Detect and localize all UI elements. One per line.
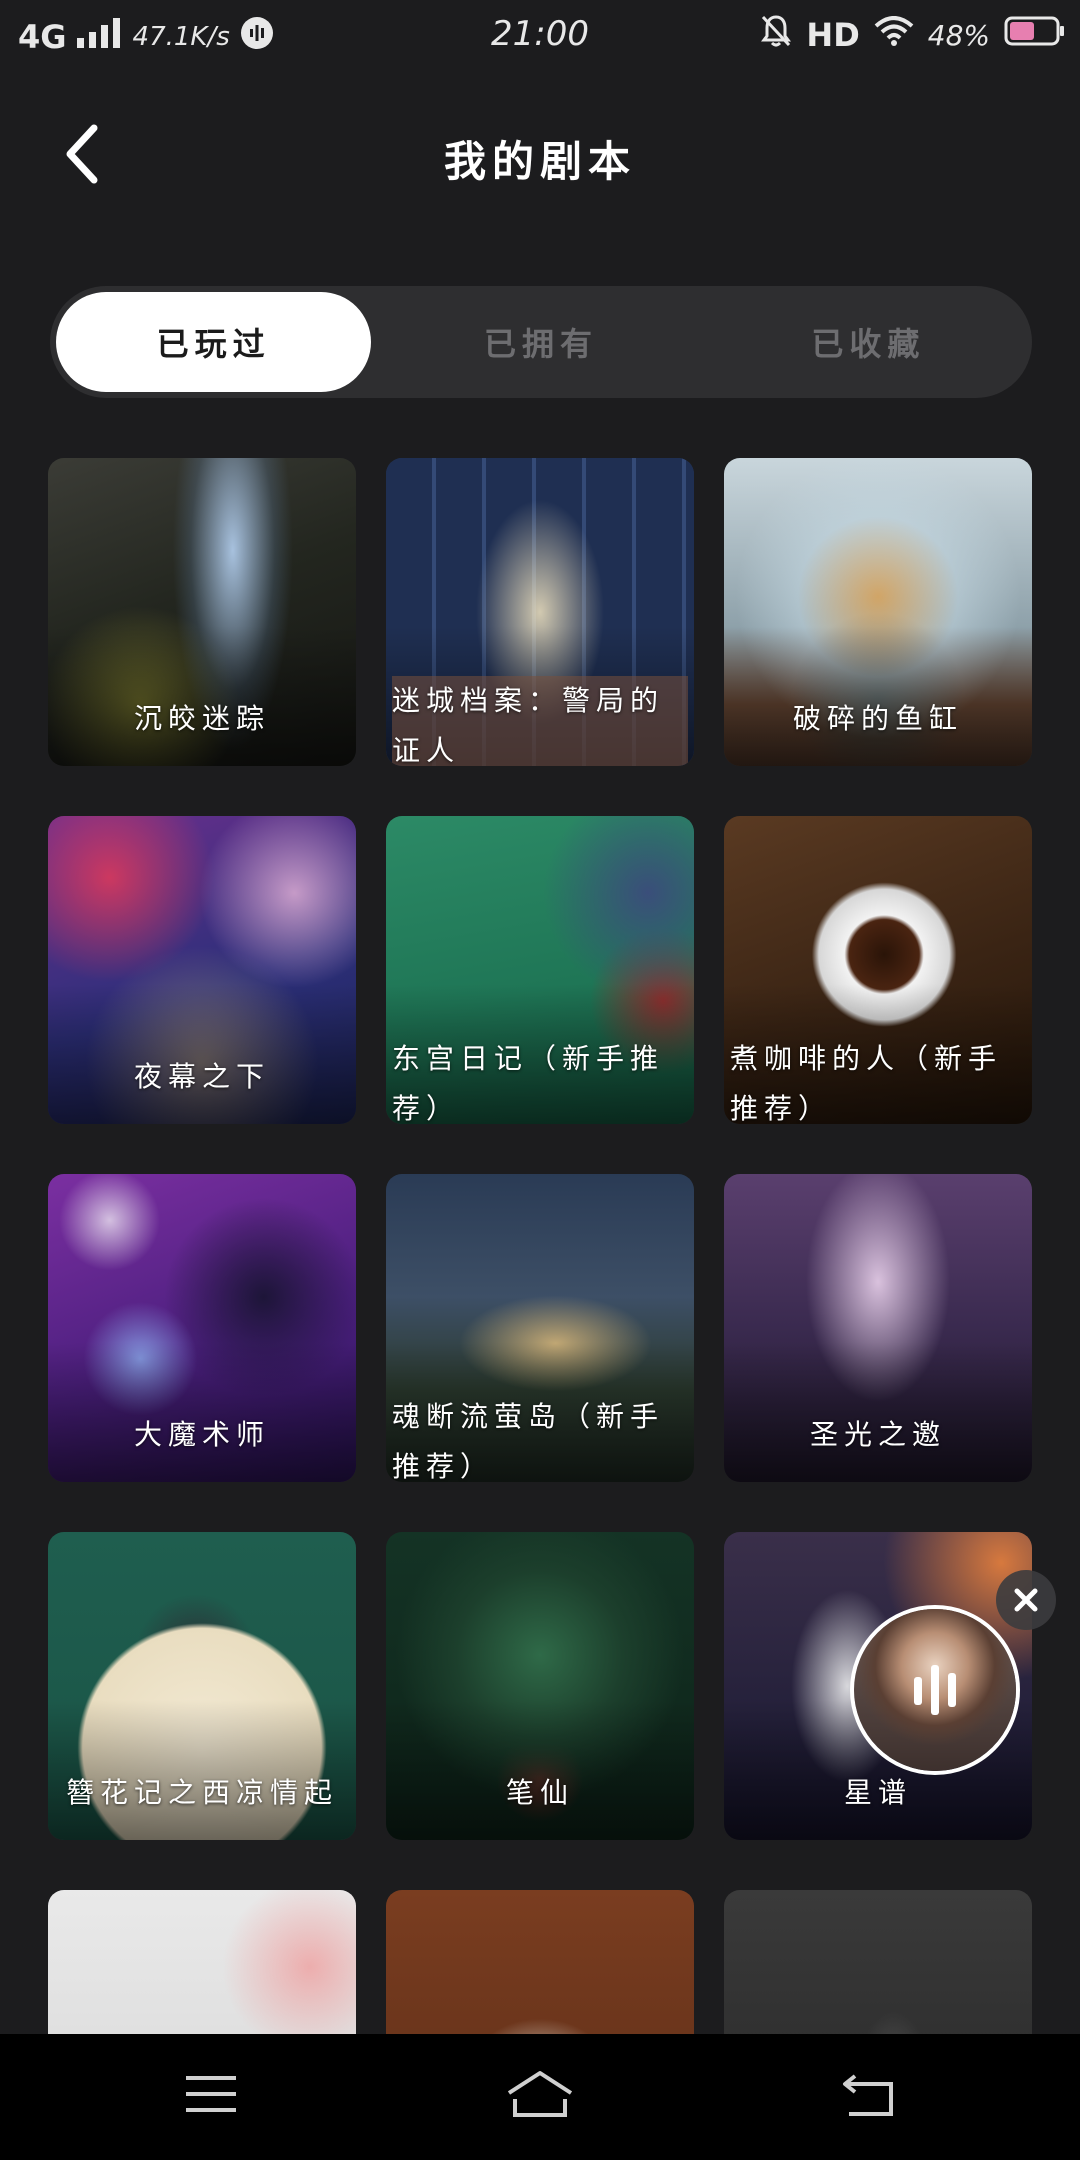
- script-title: 迷城档案：警局的证人: [392, 676, 688, 766]
- script-card[interactable]: 圣光之邀: [724, 1174, 1032, 1482]
- script-title: 圣光之邀: [809, 1418, 946, 1451]
- tab-bar: 已玩过 已拥有 已收藏: [50, 286, 1032, 398]
- menu-icon: [186, 2076, 236, 2112]
- close-icon: [1014, 1588, 1038, 1612]
- back-nav-button[interactable]: [834, 2064, 904, 2124]
- tab-owned[interactable]: 已拥有: [383, 292, 698, 392]
- script-card[interactable]: 夜幕之下: [48, 816, 356, 1124]
- script-title: 簪花记之西凉情起: [65, 1776, 338, 1809]
- script-card[interactable]: 煮咖啡的人（新手推荐）: [724, 816, 1032, 1124]
- script-card[interactable]: 东宫日记（新手推荐）: [386, 816, 694, 1124]
- mute-bell-icon: [760, 14, 792, 56]
- script-card[interactable]: 魂断流萤岛（新手推荐）: [386, 1174, 694, 1482]
- home-icon: [507, 2071, 573, 2117]
- wifi-icon: [874, 16, 914, 54]
- system-nav-bar: [0, 2034, 1080, 2160]
- script-title: 星谱: [843, 1776, 912, 1809]
- script-title: 东宫日记（新手推荐）: [392, 1042, 665, 1124]
- script-title: 笔仙: [505, 1776, 574, 1809]
- home-button[interactable]: [505, 2064, 575, 2124]
- my-scripts-page: 4G 47.1K/s 21:00 HD 48% 我的剧本 已玩过 已拥有 已收藏…: [0, 0, 1080, 2160]
- script-card[interactable]: 迷城档案：警局的证人: [386, 458, 694, 766]
- floating-voice-avatar[interactable]: [850, 1605, 1020, 1775]
- status-right: HD 48%: [760, 14, 1066, 56]
- script-card[interactable]: 破碎的鱼缸: [724, 458, 1032, 766]
- script-title: 大魔术师: [133, 1418, 270, 1451]
- script-title: 魂断流萤岛（新手推荐）: [392, 1400, 665, 1482]
- status-bar: 4G 47.1K/s 21:00 HD 48%: [0, 0, 1080, 72]
- hd-indicator: HD: [806, 16, 860, 54]
- script-title: 沉皎迷踪: [133, 702, 270, 735]
- audio-wave-icon: [914, 1665, 956, 1715]
- script-title: 破碎的鱼缸: [792, 702, 963, 735]
- script-title: 煮咖啡的人（新手推荐）: [730, 1042, 1003, 1124]
- script-card[interactable]: 笔仙: [386, 1532, 694, 1840]
- script-card[interactable]: 大魔术师: [48, 1174, 356, 1482]
- menu-button[interactable]: [176, 2064, 246, 2124]
- battery-percent: 48%: [927, 18, 990, 52]
- battery-icon: [1004, 15, 1066, 55]
- tab-favorited[interactable]: 已收藏: [711, 292, 1026, 392]
- tab-played[interactable]: 已玩过: [56, 292, 372, 392]
- script-card[interactable]: 沉皎迷踪: [48, 458, 356, 766]
- script-title: 夜幕之下: [133, 1060, 270, 1093]
- return-icon: [843, 2074, 893, 2116]
- header: 我的剧本: [0, 110, 1080, 200]
- script-card[interactable]: 簪花记之西凉情起: [48, 1532, 356, 1840]
- page-title: 我的剧本: [443, 137, 636, 186]
